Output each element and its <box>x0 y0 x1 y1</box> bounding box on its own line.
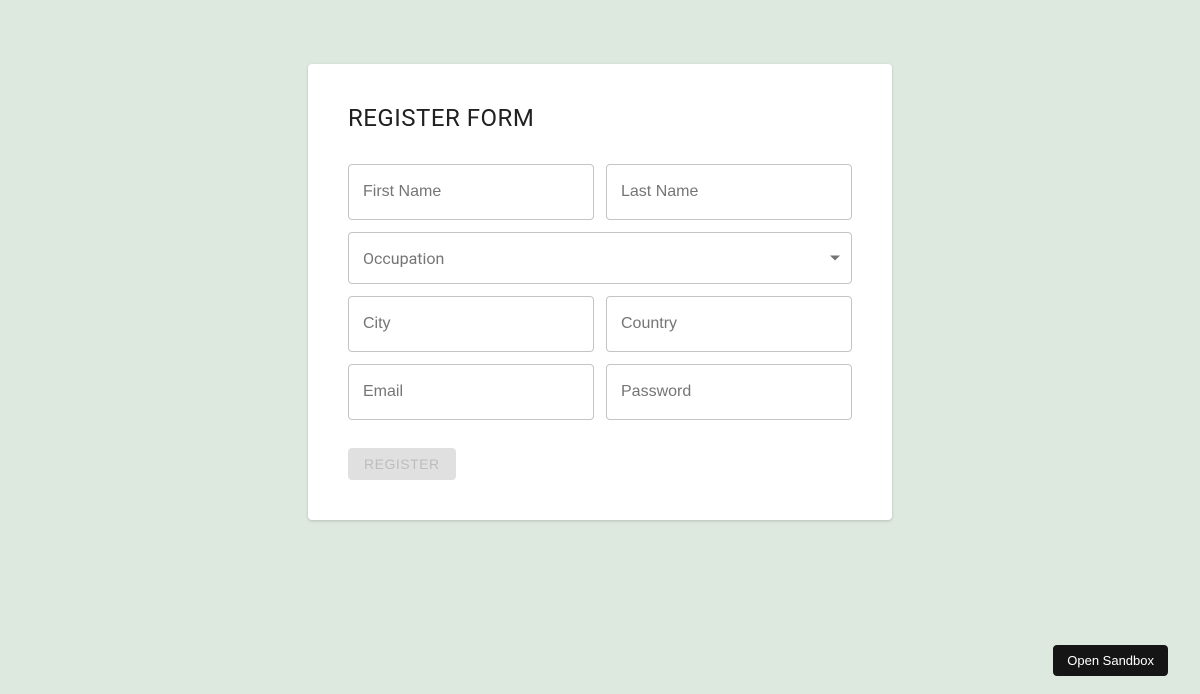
email-field[interactable] <box>348 364 594 420</box>
city-wrap <box>348 296 594 352</box>
row-occupation: Occupation <box>348 232 852 284</box>
country-wrap <box>606 296 852 352</box>
form-title: REGISTER FORM <box>348 104 852 132</box>
last-name-wrap <box>606 164 852 220</box>
first-name-wrap <box>348 164 594 220</box>
country-field[interactable] <box>606 296 852 352</box>
occupation-wrap: Occupation <box>348 232 852 284</box>
row-name <box>348 164 852 220</box>
last-name-field[interactable] <box>606 164 852 220</box>
row-location <box>348 296 852 352</box>
email-wrap <box>348 364 594 420</box>
open-sandbox-button[interactable]: Open Sandbox <box>1053 645 1168 676</box>
password-wrap <box>606 364 852 420</box>
register-form-card: REGISTER FORM Occupation <box>308 64 892 520</box>
row-credentials <box>348 364 852 420</box>
button-row: REGISTER <box>348 448 852 480</box>
first-name-field[interactable] <box>348 164 594 220</box>
register-button[interactable]: REGISTER <box>348 448 456 480</box>
password-field[interactable] <box>606 364 852 420</box>
occupation-select[interactable]: Occupation <box>348 232 852 284</box>
city-field[interactable] <box>348 296 594 352</box>
